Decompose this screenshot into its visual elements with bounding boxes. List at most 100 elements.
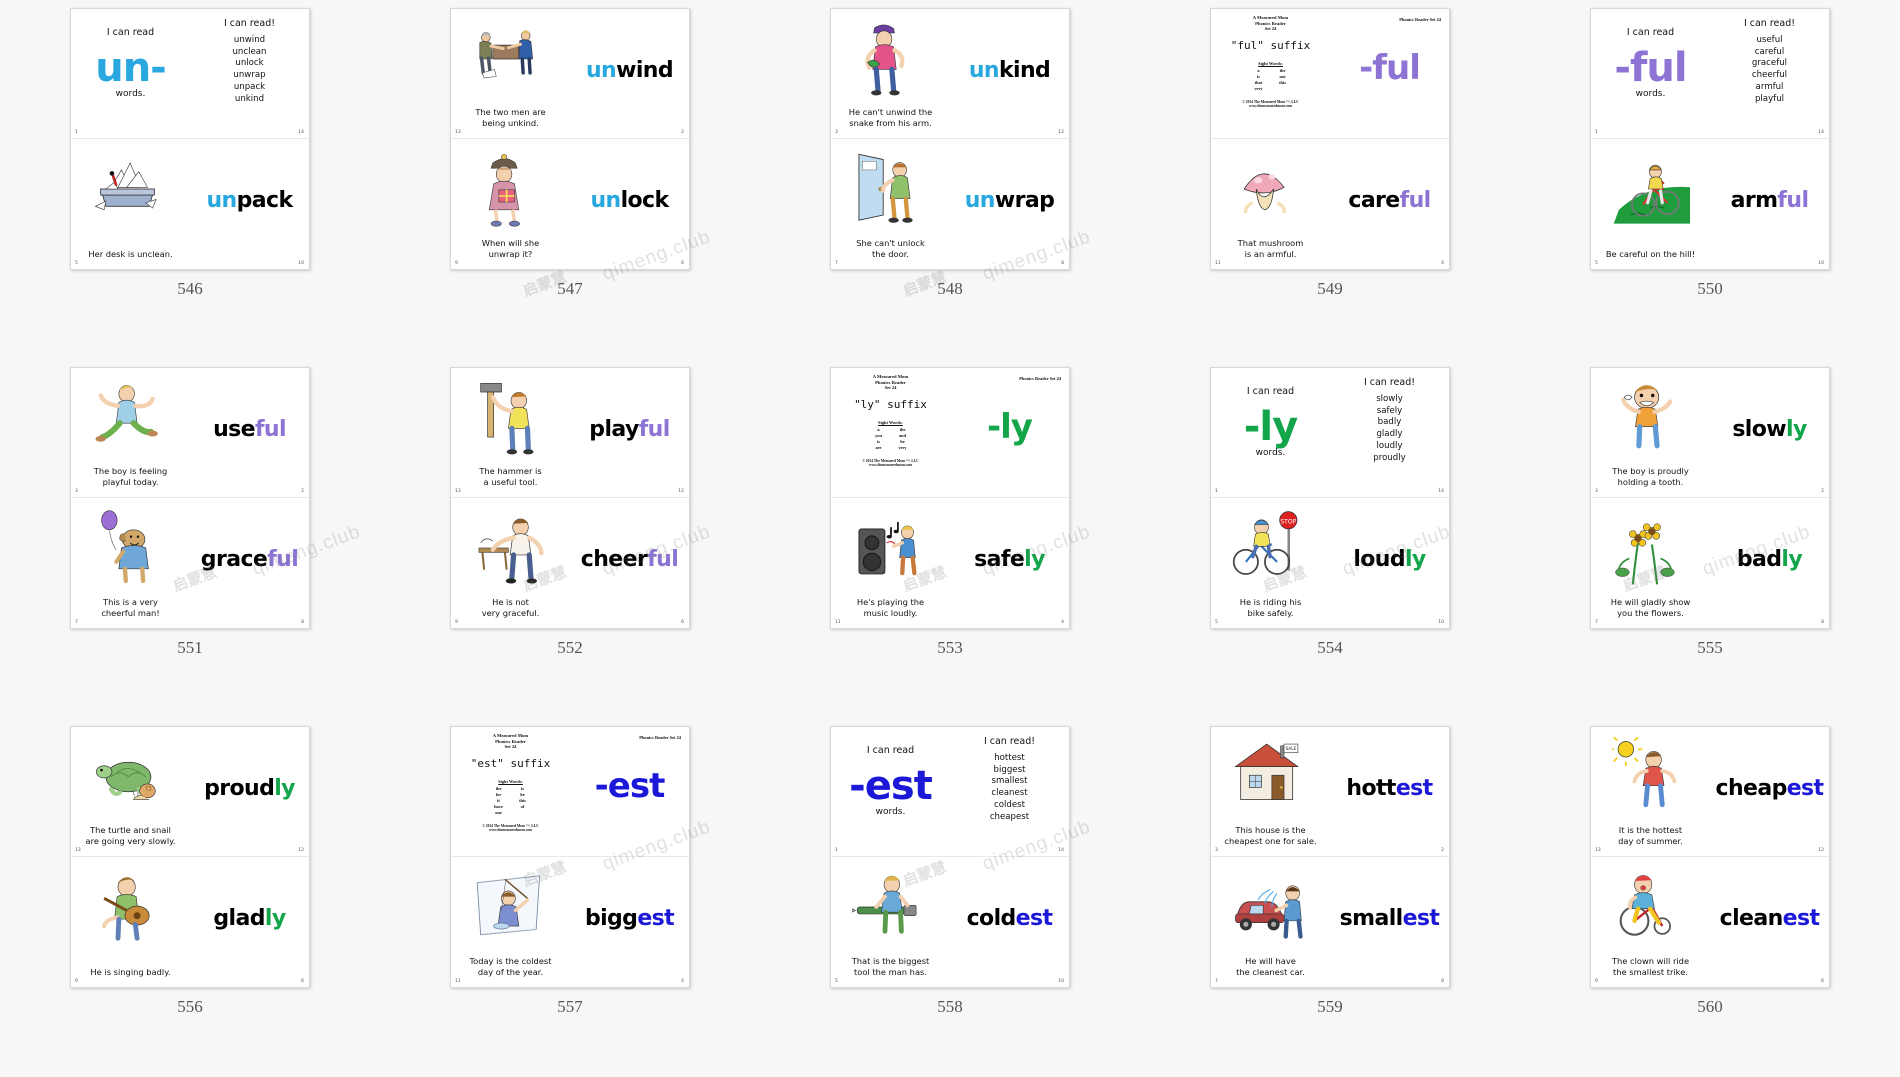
page-number: 13 [75,848,81,853]
page-number: 10 [1438,620,1444,625]
page-left: The turtle and snail are going very slowl… [71,727,190,856]
word-list: hottest biggest smallest cleanest coldest che… [989,752,1030,822]
page-right: armful 10 [1710,139,1829,269]
page-number: 8 [301,620,304,625]
reader-page-thumbnail[interactable]: I can read un- words. 1 I can read! unwi… [70,8,310,270]
thumbnail-page-top: SALE This house is the cheapest one for s… [1211,727,1449,857]
page-number: 12 [298,848,304,853]
suffix-headline: -ful [1614,45,1687,92]
copyright-notice: © 2014 The Measured Mom ™, LLC www.themea… [862,458,919,468]
sight-words-list: a the is not that this very [1254,67,1286,91]
page-left: I can read -est words. 1 [831,727,950,856]
thumbnail-cell[interactable]: A Measured Mom Phonics Reader Set 24 "est"… [380,718,760,1077]
vocabulary-word: coldest [966,906,1053,932]
thumbnail-cell[interactable]: SALE This house is the cheapest one for s… [1140,718,1520,1077]
page-right: I can read! unwind unclean unlock unwrap unp… [190,9,309,138]
page-number: 10 [1058,979,1064,984]
thumbnail-cell[interactable]: It is the hottest day of summer. 13 cheap… [1520,718,1900,1077]
page-left: That mushroom is an armful. 11 [1211,139,1330,269]
thumbnail-page-bottom: He will gladly show you the flowers. 7 ba… [1591,498,1829,628]
thumbnail-cell[interactable]: The turtle and snail are going very slowl… [0,718,380,1077]
page-left: He's playing the music loudly. 11 [831,498,950,628]
vocabulary-word: unlock [590,188,669,214]
page-number: 2 [301,489,304,494]
page-number: 2 [1441,848,1444,853]
reader-title-block: A Measured Mom Phonics Reader Set 24 "ly" … [831,374,950,468]
thumbnail-index-label: 553 [937,638,963,657]
page-left: That is the biggest tool the man has. 5 [831,857,950,987]
i-can-read-label: I can read [1626,27,1675,39]
word-list-header: I can read! [1363,377,1416,389]
page-number: 10 [298,261,304,266]
thumbnail-index-label: 552 [557,638,583,657]
reader-page-thumbnail[interactable]: I can read -ful words. 1 I can read! use… [1590,8,1830,270]
thumbnail-page-bottom: That is the biggest tool the man has. 5 c… [831,857,1069,987]
page-number: 2 [1821,489,1824,494]
page-left: She can't unlock the door. 7 [831,139,950,269]
thumbnail-cell[interactable]: I can read -est words. 1 I can read! hot… [760,718,1140,1077]
clipart-bike-stop: STOP [1232,508,1310,588]
thumbnail-cell[interactable]: A Measured Mom Phonics Reader Set 24 "ful"… [1140,0,1520,359]
vocabulary-word: hottest [1346,776,1433,802]
page-right: I can read! useful careful graceful cheerfu… [1710,9,1829,138]
reader-page-thumbnail[interactable]: A Measured Mom Phonics Reader Set 24 "est"… [450,726,690,988]
page-number: 9 [1595,979,1598,984]
thumbnail-cell[interactable]: I can read un- words. 1 I can read! unwi… [0,0,380,359]
thumbnail-page-bottom: He's playing the music loudly. 11 safely … [831,498,1069,628]
suffix-headline: un- [95,45,167,92]
thumbnail-cell[interactable]: The boy is feeling playful today. 3 usefu… [0,359,380,718]
page-number: 9 [455,620,458,625]
reader-page-thumbnail[interactable]: The boy is feeling playful today. 3 usefu… [70,367,310,629]
reader-page-thumbnail[interactable]: A Measured Mom Phonics Reader Set 24 "ly" … [830,367,1070,629]
reader-page-thumbnail[interactable]: The hammer is a useful tool. 13 playful 1… [450,367,690,629]
thumbnail-page-top: The boy is feeling playful today. 3 usefu… [71,368,309,498]
reader-page-thumbnail[interactable]: A Measured Mom Phonics Reader Set 24 "ful"… [1210,8,1450,270]
page-left: He will have the cleanest car. 7 [1211,857,1330,987]
page-number: 14 [1818,130,1824,135]
page-caption: The hammer is a useful tool. [479,466,542,487]
page-right: I can read! hottest biggest smallest cleane… [950,727,1069,856]
reader-page-thumbnail[interactable]: I can read -est words. 1 I can read! hot… [830,726,1070,988]
reader-page-thumbnail[interactable]: I can read -ly words. 1 I can read! slow… [1210,367,1450,629]
reader-page-thumbnail[interactable]: It is the hottest day of summer. 13 cheap… [1590,726,1830,988]
vocabulary-word: unwind [585,58,674,84]
page-caption: He will gladly show you the flowers. [1610,597,1691,618]
sight-words-header: Sight Words: [1258,60,1283,66]
page-number: 6 [1821,979,1824,984]
reader-page-thumbnail[interactable]: He can't unwind the snake from his arm. 3… [830,8,1070,270]
thumbnail-grid: I can read un- words. 1 I can read! unwi… [0,0,1900,1077]
reader-title-block: A Measured Mom Phonics Reader Set 24 "est"… [451,733,570,833]
page-right: graceful 8 [190,498,309,628]
reader-page-thumbnail[interactable]: The turtle and snail are going very slowl… [70,726,310,988]
page-right: I can read! slowly safely badly gladly loudl… [1330,368,1449,497]
thumbnail-cell[interactable]: He can't unwind the snake from his arm. 3… [760,0,1140,359]
page-right: slowly 2 [1710,368,1829,497]
page-number: 10 [1818,261,1824,266]
page-number: 7 [1595,620,1598,625]
page-number: 8 [1821,620,1824,625]
clipart-boy-tool [851,867,930,947]
vocabulary-word: useful [213,417,286,443]
thumbnail-cell[interactable]: I can read -ful words. 1 I can read! use… [1520,0,1900,359]
page-number: 14 [1058,848,1064,853]
page-caption: It is the hottest day of summer. [1618,825,1683,846]
page-right: Phonics Reader Set 24 -est [570,727,689,856]
thumbnail-cell[interactable]: The two men are being unkind. 13 unwind 2 [380,0,760,359]
vocabulary-word: loudly [1353,547,1426,573]
thumbnail-page-top: I can read -ful words. 1 I can read! use… [1591,9,1829,139]
page-caption: She can't unlock the door. [856,238,925,259]
page-number: 3 [1215,848,1218,853]
thumbnail-cell[interactable]: A Measured Mom Phonics Reader Set 24 "ly" … [760,359,1140,718]
word-list-header: I can read! [983,736,1036,748]
thumbnail-cell[interactable]: The hammer is a useful tool. 13 playful 1… [380,359,760,718]
thumbnail-cell[interactable]: I can read -ly words. 1 I can read! slow… [1140,359,1520,718]
reader-page-thumbnail[interactable]: The two men are being unkind. 13 unwind 2 [450,8,690,270]
page-left: The hammer is a useful tool. 13 [451,368,570,497]
set-label: Phonics Reader Set 24 [639,735,681,740]
thumbnail-page-top: The hammer is a useful tool. 13 playful 1… [451,368,689,498]
reader-page-thumbnail[interactable]: The boy is proudly holding a tooth. 3 slo… [1590,367,1830,629]
vocabulary-word: cheerful [580,547,679,573]
vocabulary-word: cleanest [1719,906,1820,932]
thumbnail-cell[interactable]: The boy is proudly holding a tooth. 3 slo… [1520,359,1900,718]
reader-page-thumbnail[interactable]: SALE This house is the cheapest one for s… [1210,726,1450,988]
